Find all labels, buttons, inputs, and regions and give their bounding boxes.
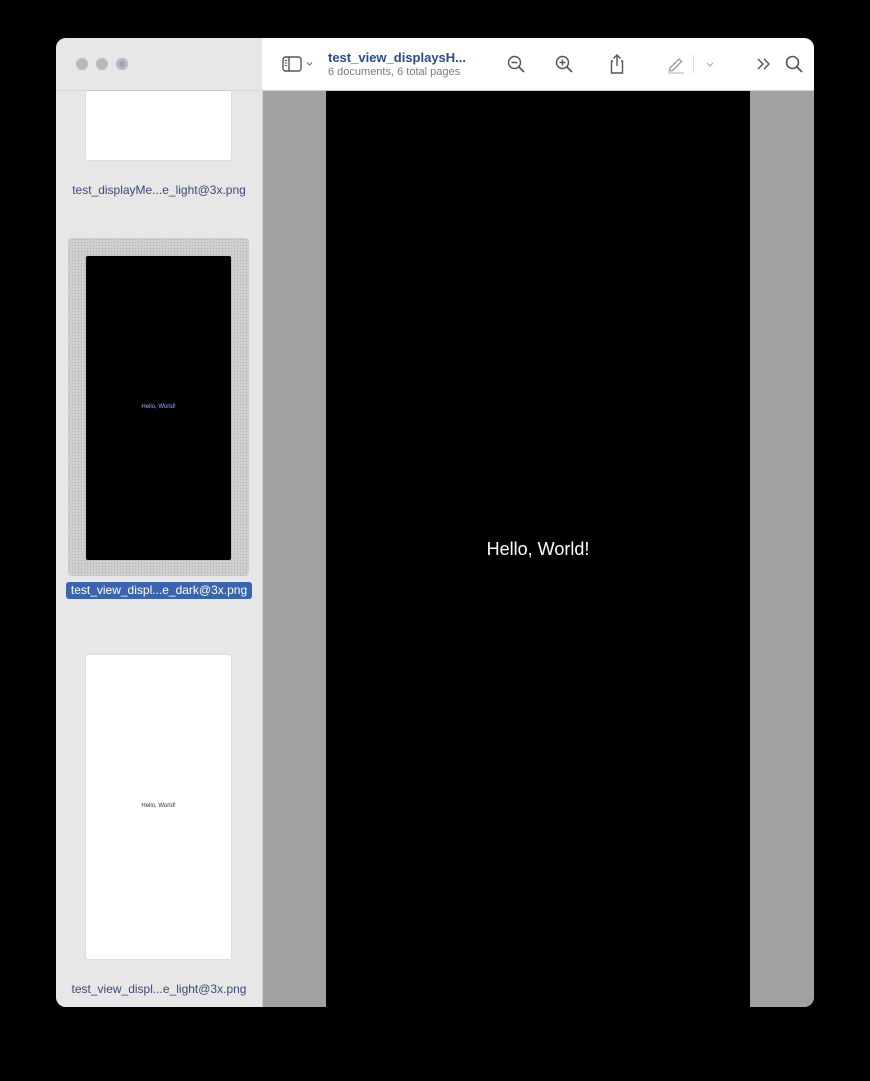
- thumbnail-preview-text: Hello, World!: [141, 803, 176, 809]
- thumbnail-label[interactable]: test_displayMe...e_light@3x.png: [64, 183, 254, 197]
- thumbnail-page-1[interactable]: [86, 91, 231, 160]
- minimize-window-button[interactable]: [96, 58, 108, 70]
- sidebar-toggle-button[interactable]: [278, 52, 318, 76]
- window-controls: [76, 58, 128, 70]
- preview-window: test_displayMe...e_light@3x.png Hello, W…: [56, 38, 814, 1007]
- more-chevrons-icon: [757, 58, 770, 70]
- share-icon: [610, 54, 624, 74]
- markup-pen-icon: [668, 58, 684, 74]
- thumbnail-label-text: test_displayMe...e_light@3x.png: [72, 183, 246, 197]
- markup-options-button[interactable]: [702, 52, 718, 76]
- document-subtitle: 6 documents, 6 total pages: [328, 66, 461, 78]
- thumbnail-label[interactable]: test_view_displ...e_light@3x.png: [64, 982, 254, 996]
- markup-button[interactable]: [664, 52, 688, 76]
- close-window-button[interactable]: [76, 58, 88, 70]
- search-button[interactable]: [782, 52, 806, 76]
- zoom-out-icon: [507, 55, 525, 73]
- zoom-out-button[interactable]: [504, 52, 528, 76]
- thumbnail-label-text: test_view_displ...e_dark@3x.png: [65, 582, 253, 599]
- toolbar: test_view_displaysH... 6 documents, 6 to…: [262, 38, 814, 91]
- thumbnail-preview-text: Hello, World!: [141, 404, 176, 410]
- thumbnail-label-text: test_view_displ...e_light@3x.png: [71, 982, 247, 996]
- more-tools-button[interactable]: [752, 52, 776, 76]
- zoom-in-icon: [555, 55, 573, 73]
- thumbnail-page-3[interactable]: Hello, World!: [86, 655, 231, 959]
- thumbnail-label-selected[interactable]: test_view_displ...e_dark@3x.png: [64, 582, 254, 599]
- document-title[interactable]: test_view_displaysH...: [328, 50, 466, 65]
- document-canvas[interactable]: Hello, World!: [263, 91, 814, 1007]
- page-text: Hello, World!: [486, 539, 590, 559]
- search-icon: [785, 55, 803, 73]
- document-page[interactable]: Hello, World!: [326, 91, 750, 1007]
- thumbnail-page-2[interactable]: Hello, World!: [86, 256, 231, 560]
- zoom-in-button[interactable]: [552, 52, 576, 76]
- chevron-down-icon: [706, 62, 714, 67]
- sidebar-toggle-icon: [282, 56, 313, 72]
- thumbnail-sidebar[interactable]: test_displayMe...e_light@3x.png Hello, W…: [56, 38, 263, 1007]
- zoom-window-button[interactable]: [116, 58, 128, 70]
- toolbar-separator: [693, 55, 694, 73]
- share-button[interactable]: [605, 52, 629, 76]
